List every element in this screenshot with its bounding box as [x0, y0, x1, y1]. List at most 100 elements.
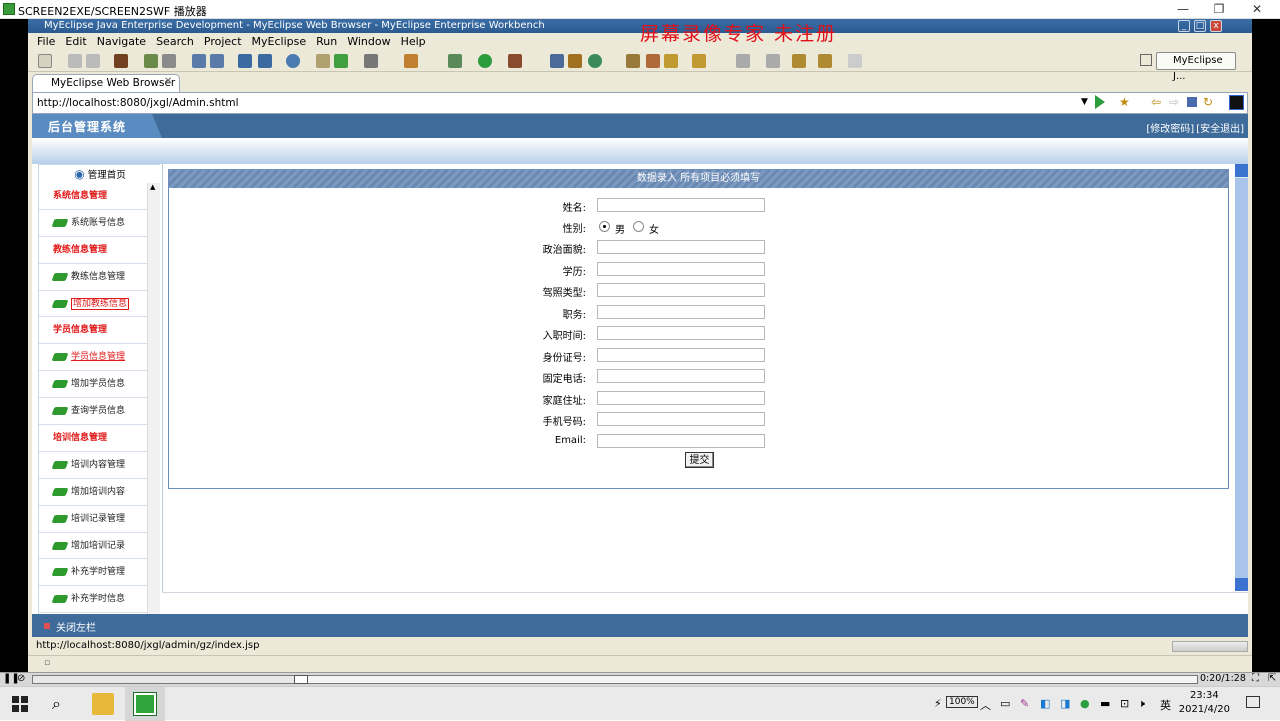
- volume-icon[interactable]: 🕨: [1138, 697, 1145, 711]
- seek-knob[interactable]: [294, 675, 308, 684]
- view-icon[interactable]: [364, 54, 378, 68]
- run-icon[interactable]: [478, 54, 492, 68]
- change-password-link[interactable]: [修改密码]: [1146, 124, 1194, 135]
- tray-app5-icon[interactable]: ▬: [1100, 697, 1110, 710]
- sidebar-item[interactable]: 查询学员信息: [39, 398, 147, 426]
- next-annotation-icon[interactable]: [766, 54, 780, 68]
- logout-link[interactable]: [安全退出]: [1196, 124, 1244, 135]
- menu-project[interactable]: Project: [199, 33, 247, 50]
- open-folder-icon[interactable]: [692, 54, 706, 68]
- browser-view-tab[interactable]: MyEclipse Web Browser: [32, 74, 180, 92]
- stop-playback-icon[interactable]: ⊘: [17, 673, 25, 684]
- restore-button[interactable]: ❐: [1202, 1, 1236, 18]
- sidebar-category[interactable]: 培训信息管理: [39, 425, 147, 452]
- main-scrollbar[interactable]: [1235, 164, 1248, 591]
- ide-close-button[interactable]: x: [1210, 20, 1222, 32]
- notification-icon[interactable]: [1246, 696, 1260, 708]
- ide-maximize-button[interactable]: □: [1194, 20, 1206, 32]
- back-icon[interactable]: [818, 54, 832, 68]
- open-perspective-icon[interactable]: [1140, 54, 1152, 66]
- input-political[interactable]: [597, 240, 765, 254]
- browser-back-icon[interactable]: ⇦: [1151, 95, 1161, 109]
- annotation-icon[interactable]: [736, 54, 750, 68]
- sidebar-item[interactable]: 教练信息管理: [39, 264, 147, 291]
- input-position[interactable]: [597, 305, 765, 319]
- seek-bar[interactable]: [32, 675, 1198, 684]
- input-email[interactable]: [597, 434, 765, 448]
- deploy-icon[interactable]: [144, 54, 158, 68]
- sidebar-item[interactable]: 增加培训内容: [39, 479, 147, 506]
- sidebar-category[interactable]: 系统信息管理: [39, 183, 147, 210]
- ide-minimize-button[interactable]: _: [1178, 20, 1190, 32]
- last-edit-icon[interactable]: [792, 54, 806, 68]
- main-scroll-down[interactable]: [1235, 578, 1248, 591]
- menu-search[interactable]: Search: [151, 33, 199, 50]
- connect-icon[interactable]: [238, 54, 252, 68]
- menu-window[interactable]: Window: [342, 33, 395, 50]
- ime-indicator[interactable]: 英: [1160, 697, 1171, 713]
- radio-male[interactable]: [599, 221, 610, 232]
- input-hire-date[interactable]: [597, 326, 765, 340]
- sidebar-scrollbar[interactable]: ▲ ▼: [147, 183, 160, 627]
- sidebar-item[interactable]: 培训内容管理: [39, 452, 147, 479]
- input-education[interactable]: [597, 262, 765, 276]
- tray-app1-icon[interactable]: ▭: [1000, 697, 1010, 710]
- save-icon[interactable]: [68, 54, 82, 68]
- menu-help[interactable]: Help: [396, 33, 431, 50]
- close-tab-icon[interactable]: ✕: [164, 76, 172, 87]
- file-explorer-icon[interactable]: [92, 693, 114, 715]
- url-input[interactable]: [37, 95, 1077, 111]
- sidebar-item[interactable]: 增加培训记录: [39, 533, 147, 560]
- minimize-button[interactable]: —: [1166, 1, 1200, 18]
- clock[interactable]: 23:34 2021/4/20: [1179, 689, 1230, 717]
- browser-refresh-icon[interactable]: ↻: [1203, 95, 1213, 109]
- forward-icon[interactable]: [848, 54, 862, 68]
- tray-expand-icon[interactable]: ︿: [980, 697, 991, 713]
- sidebar-item[interactable]: 补充学时管理: [39, 559, 147, 587]
- tray-app3-icon[interactable]: ◧: [1040, 697, 1050, 710]
- main-scroll-up[interactable]: [1235, 164, 1248, 177]
- new-class-icon[interactable]: [550, 54, 564, 68]
- sidebar-item[interactable]: 增加学员信息: [39, 371, 147, 399]
- wizard2-icon[interactable]: [210, 54, 224, 68]
- menu-file[interactable]: File: [32, 33, 60, 50]
- sidebar-item[interactable]: 培训记录管理: [39, 506, 147, 533]
- debug-icon[interactable]: [448, 54, 462, 68]
- menu-myeclipse[interactable]: MyEclipse: [247, 33, 312, 50]
- package-icon[interactable]: [114, 54, 128, 68]
- submit-button[interactable]: 提交: [685, 452, 714, 468]
- open-type-icon[interactable]: [626, 54, 640, 68]
- sidebar-item[interactable]: 学员信息管理: [39, 344, 147, 372]
- url-dropdown-icon[interactable]: ▼: [1081, 97, 1088, 107]
- sidebar-home[interactable]: ◉ 管理首页: [39, 165, 161, 183]
- perspective-switcher[interactable]: MyEclipse J...: [1156, 52, 1236, 82]
- tray-app4-icon[interactable]: ◨: [1060, 697, 1070, 710]
- globe-icon[interactable]: [286, 54, 300, 68]
- folder-icon[interactable]: [316, 54, 330, 68]
- new-package-icon[interactable]: [568, 54, 582, 68]
- network-icon[interactable]: ⊡: [1120, 697, 1129, 710]
- db-icon[interactable]: [258, 54, 272, 68]
- input-address[interactable]: [597, 391, 765, 405]
- wizard-icon[interactable]: [192, 54, 206, 68]
- print-icon[interactable]: [86, 54, 100, 68]
- menu-run[interactable]: Run: [311, 33, 342, 50]
- sidebar-item[interactable]: 补充学时信息: [39, 586, 147, 614]
- fast-view-icon[interactable]: ▫: [44, 658, 50, 668]
- wechat-icon[interactable]: ●: [1080, 697, 1090, 710]
- menu-edit[interactable]: Edit: [60, 33, 91, 50]
- close-sidebar-link[interactable]: 关闭左栏: [56, 619, 96, 634]
- close-button[interactable]: ✕: [1240, 1, 1274, 18]
- input-license[interactable]: [597, 283, 765, 297]
- fit-icon[interactable]: ⇱: [1268, 673, 1276, 684]
- stop-icon[interactable]: [1187, 97, 1197, 107]
- browser-settings-icon[interactable]: [1229, 95, 1244, 110]
- input-phone[interactable]: [597, 369, 765, 383]
- go-icon[interactable]: [1095, 95, 1105, 109]
- scroll-up-icon[interactable]: ▲: [150, 183, 155, 191]
- new-icon[interactable]: [38, 54, 52, 68]
- external-tools-icon[interactable]: [508, 54, 522, 68]
- open-resource-icon[interactable]: [646, 54, 660, 68]
- tray-app2-icon[interactable]: ✎: [1020, 697, 1029, 710]
- windows-start-icon[interactable]: [12, 696, 28, 712]
